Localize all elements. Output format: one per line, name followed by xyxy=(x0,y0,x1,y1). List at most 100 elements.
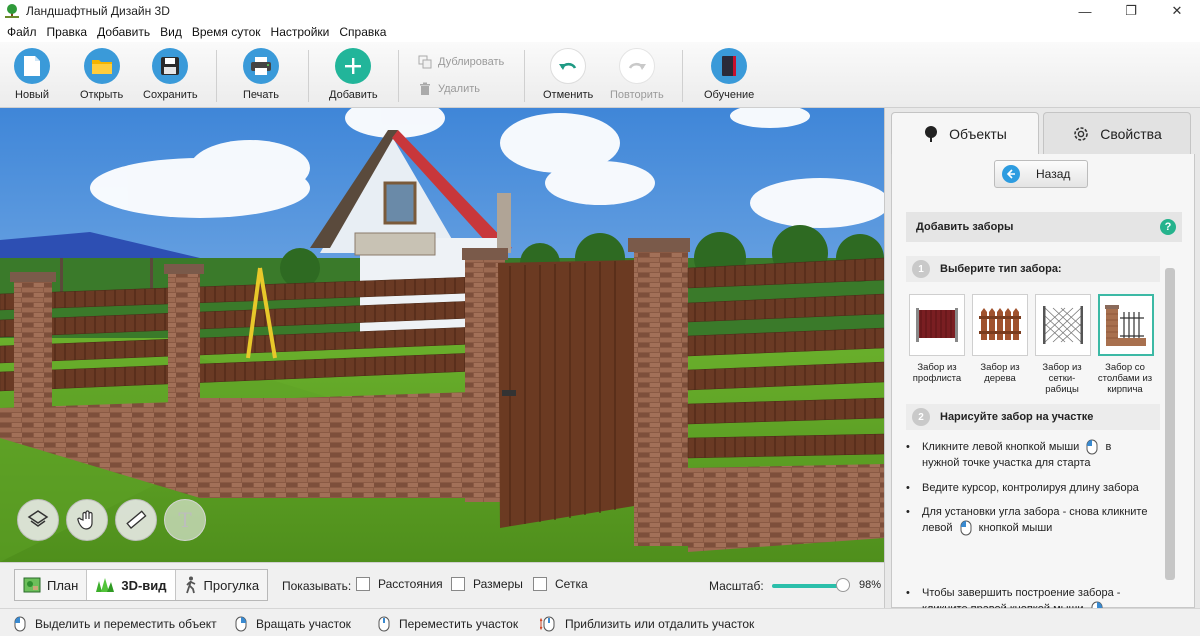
save-label: Сохранить xyxy=(143,89,198,101)
new-button[interactable]: Новый xyxy=(14,48,50,101)
open-button[interactable]: Открыть xyxy=(80,48,123,101)
zoom-value: 98% xyxy=(859,579,882,591)
instruction-3-text-end: кнопкой мыши xyxy=(978,522,1053,534)
book-icon xyxy=(711,48,748,84)
toolbar-separator xyxy=(308,50,309,102)
floppy-icon xyxy=(152,48,189,84)
toolbar-separator xyxy=(216,50,217,102)
hint-move: Переместить участок xyxy=(378,616,518,632)
mouse-left-click-icon xyxy=(960,520,972,536)
fence-type-chainlink[interactable] xyxy=(1035,294,1091,356)
layers-icon xyxy=(27,510,49,527)
tab-properties-label: Свойства xyxy=(1100,125,1162,142)
fence-type-profnastil[interactable] xyxy=(909,294,965,356)
learn-button[interactable]: Обучение xyxy=(704,48,754,101)
tab-plan[interactable]: План xyxy=(15,570,88,600)
instruction-2-text: Ведите курсор, контролируя длину забора xyxy=(922,482,1139,494)
new-file-icon xyxy=(14,48,50,84)
app-logo-icon xyxy=(5,4,19,18)
menu-time-of-day[interactable]: Время суток xyxy=(187,25,266,39)
step-1: 1 Выберите тип забора: xyxy=(906,256,1160,282)
tab-properties[interactable]: Свойства xyxy=(1043,112,1191,154)
fence-type-brick-pillars[interactable] xyxy=(1098,294,1154,356)
fence-type-wood[interactable] xyxy=(972,294,1028,356)
back-label: Назад xyxy=(1036,167,1071,181)
distances-checkbox[interactable]: Расстояния xyxy=(356,577,443,591)
brick-pillar-fence-icon xyxy=(1105,305,1146,346)
maximize-button[interactable]: ❐ xyxy=(1108,0,1154,22)
chainlink-fence-icon xyxy=(1043,306,1083,344)
tab-plan-label: План xyxy=(47,577,79,593)
checkbox-box[interactable] xyxy=(451,577,465,591)
menu-settings[interactable]: Настройки xyxy=(266,25,335,39)
checkbox-box[interactable] xyxy=(356,577,370,591)
menu-edit[interactable]: Правка xyxy=(42,25,93,39)
menu-add[interactable]: Добавить xyxy=(92,25,155,39)
menu-view[interactable]: Вид xyxy=(155,25,187,39)
bottom-bar: План 3D-вид Прогулка Показывать: Расстоя… xyxy=(0,562,884,608)
hint-rotate-text: Вращать участок xyxy=(256,617,351,631)
save-button[interactable]: Сохранить xyxy=(143,48,198,101)
tab-walk[interactable]: Прогулка xyxy=(175,570,268,600)
arrow-left-icon xyxy=(1002,165,1020,183)
3d-viewport[interactable]: T xyxy=(0,108,884,562)
hand-tool-button[interactable] xyxy=(66,499,108,541)
duplicate-button[interactable]: Дублировать xyxy=(418,55,504,69)
back-button[interactable]: Назад xyxy=(994,160,1088,188)
layers-tool-button[interactable] xyxy=(17,499,59,541)
toolbar: Новый Открыть Сохранить Печать Добавить … xyxy=(0,42,1200,108)
show-label: Показывать: xyxy=(282,579,352,593)
zoom-slider-thumb[interactable] xyxy=(836,578,850,592)
delete-button[interactable]: Удалить xyxy=(418,82,480,96)
printer-icon xyxy=(243,48,280,84)
plus-icon xyxy=(335,48,372,84)
undo-button[interactable]: Отменить xyxy=(543,48,593,101)
undo-icon xyxy=(550,48,587,84)
step-2: 2 Нарисуйте забор на участке xyxy=(906,404,1160,430)
panel-scrollbar-thumb[interactable] xyxy=(1165,268,1175,580)
step-number: 1 xyxy=(912,260,930,278)
menu-help[interactable]: Справка xyxy=(334,25,391,39)
tab-objects[interactable]: Объекты xyxy=(891,112,1039,154)
duplicate-label: Дублировать xyxy=(438,56,505,68)
redo-icon xyxy=(618,48,655,84)
tab-objects-label: Объекты xyxy=(949,125,1007,142)
3d-grass-icon xyxy=(96,578,115,592)
instruction-1: Кликните левой кнопкой мыши в нужной точ… xyxy=(906,439,1150,471)
mouse-left-click-icon xyxy=(1086,439,1098,455)
new-label: Новый xyxy=(15,89,49,101)
hint-zoom: Приблизить или отдалить участок xyxy=(540,616,754,632)
help-icon[interactable]: ? xyxy=(1160,219,1176,235)
fence-caption-chainlink: Забор из сетки-рабицы xyxy=(1042,362,1082,395)
title-bar: Ландшафтный Дизайн 3D — ❐ ✕ xyxy=(0,0,1200,22)
ruler-tool-button[interactable] xyxy=(115,499,157,541)
section-header: Добавить заборы ? xyxy=(906,212,1182,242)
grid-checkbox[interactable]: Сетка xyxy=(533,577,588,591)
tab-3d-view[interactable]: 3D-вид xyxy=(87,570,176,600)
fence-caption-wood: Забор из дерева xyxy=(980,362,1020,384)
mouse-right-click-icon xyxy=(235,616,247,632)
tab-walk-label: Прогулка xyxy=(203,577,260,593)
wood-fence-icon xyxy=(979,308,1021,340)
text-tool-button[interactable]: T xyxy=(164,499,206,541)
menu-bar: Файл Правка Добавить Вид Время суток Нас… xyxy=(0,22,1200,42)
toolbar-separator xyxy=(524,50,525,102)
view-mode-tabs: План 3D-вид Прогулка xyxy=(14,569,269,601)
instruction-4-text: Чтобы завершить построение забора - xyxy=(922,587,1121,599)
redo-button[interactable]: Повторить xyxy=(610,48,664,101)
menu-file[interactable]: Файл xyxy=(2,25,42,39)
objects-panel-body: Назад Добавить заборы ? 1 Выберите тип з… xyxy=(891,154,1195,617)
add-button[interactable]: Добавить xyxy=(329,48,378,101)
close-button[interactable]: ✕ xyxy=(1154,0,1200,22)
toolbar-separator xyxy=(398,50,399,102)
window-title: Ландшафтный Дизайн 3D xyxy=(26,4,170,18)
hand-icon xyxy=(77,510,93,530)
print-button[interactable]: Печать xyxy=(243,48,279,101)
minimize-button[interactable]: — xyxy=(1062,0,1108,22)
mouse-scroll-icon xyxy=(540,616,555,632)
add-label: Добавить xyxy=(329,89,378,101)
sizes-checkbox[interactable]: Размеры xyxy=(451,577,523,591)
print-label: Печать xyxy=(243,89,280,101)
checkbox-box[interactable] xyxy=(533,577,547,591)
redo-label: Повторить xyxy=(610,89,664,101)
